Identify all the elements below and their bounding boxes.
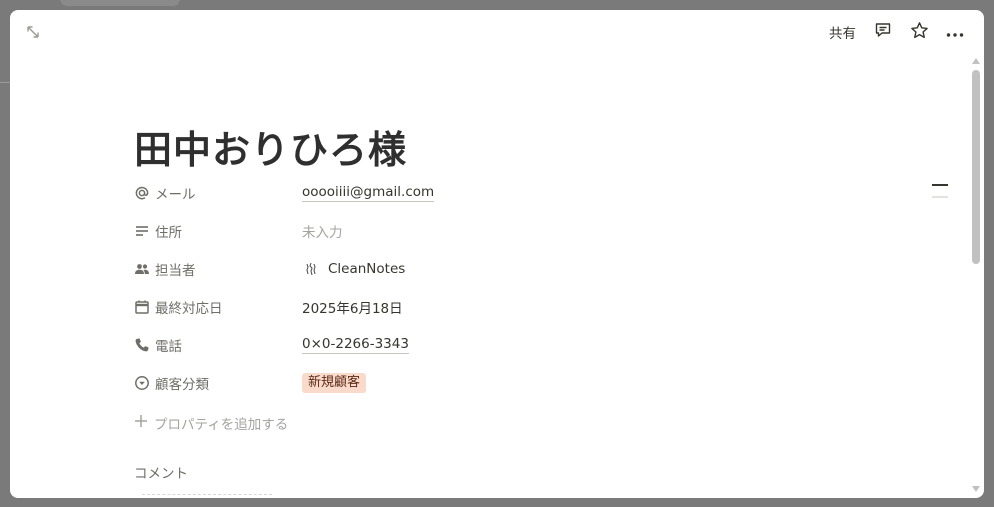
- page-title[interactable]: 田中おりひろ様: [134, 119, 407, 174]
- backdrop-divider: [0, 82, 10, 83]
- share-button[interactable]: 共有: [823, 19, 862, 45]
- phone-icon: [134, 337, 150, 353]
- text-lines-icon: [134, 223, 150, 239]
- assignee-name: CleanNotes: [328, 261, 406, 277]
- property-label-customer-category[interactable]: 顧客分類: [134, 372, 209, 394]
- customer-category-value[interactable]: 新規顧客: [302, 372, 367, 394]
- toc-active-bar: [932, 184, 948, 186]
- property-label-text: メール: [155, 187, 196, 203]
- scroll-down-arrow-icon[interactable]: [972, 486, 980, 492]
- expand-icon: [26, 24, 40, 43]
- avatar: [302, 260, 320, 278]
- topbar-actions: 共有: [823, 19, 970, 45]
- assignee-value[interactable]: CleanNotes: [302, 258, 405, 280]
- property-list: メール ooooiiii@gmail.com 住所 未入力 担当者 CleanN…: [134, 174, 834, 402]
- last-contact-date-value[interactable]: 2025年6月18日: [302, 296, 403, 318]
- property-row-assignee: 担当者 CleanNotes: [134, 250, 834, 288]
- at-icon: [134, 185, 150, 201]
- property-row-last-contact: 最終対応日 2025年6月18日: [134, 288, 834, 326]
- modal-topbar: 共有: [10, 10, 984, 54]
- scrollbar-thumb[interactable]: [972, 70, 980, 264]
- address-value[interactable]: 未入力: [302, 220, 343, 242]
- property-label-assignee[interactable]: 担当者: [134, 258, 196, 280]
- star-icon: [910, 21, 929, 44]
- property-row-phone: 電話 0×0-2266-3343: [134, 326, 834, 364]
- phone-value[interactable]: 0×0-2266-3343: [302, 334, 409, 356]
- add-property-button[interactable]: プロパティを追加する: [134, 412, 288, 434]
- add-property-label: プロパティを追加する: [154, 417, 289, 433]
- calendar-icon: [134, 299, 150, 315]
- property-label-email[interactable]: メール: [134, 182, 196, 204]
- scrollbar[interactable]: [968, 54, 984, 498]
- email-link[interactable]: ooooiiii@gmail.com: [302, 184, 435, 202]
- scroll-up-arrow-icon[interactable]: [972, 58, 980, 64]
- property-label-text: 電話: [155, 339, 182, 355]
- page-modal: 共有 田中おりひろ様 メール ooooiiii@gmail.com 住所 未入力…: [10, 10, 984, 498]
- property-label-text: 住所: [155, 225, 182, 241]
- property-row-customer-category: 顧客分類 新規顧客: [134, 364, 834, 402]
- email-value[interactable]: ooooiiii@gmail.com: [302, 182, 435, 204]
- toc-bar: [932, 196, 948, 198]
- table-of-contents-indicator[interactable]: [932, 184, 950, 198]
- property-row-address: 住所 未入力: [134, 212, 834, 250]
- property-label-address[interactable]: 住所: [134, 220, 182, 242]
- phone-link[interactable]: 0×0-2266-3343: [302, 336, 409, 354]
- more-icon: [946, 23, 964, 42]
- favorite-button[interactable]: [904, 19, 934, 45]
- property-label-text: 担当者: [155, 263, 196, 279]
- property-label-text: 顧客分類: [155, 377, 209, 393]
- property-row-email: メール ooooiiii@gmail.com: [134, 174, 834, 212]
- comment-button[interactable]: [868, 19, 898, 45]
- empty-placeholder: 未入力: [302, 225, 343, 241]
- expand-button[interactable]: [23, 23, 43, 43]
- date-text: 2025年6月18日: [302, 301, 403, 317]
- property-label-phone[interactable]: 電話: [134, 334, 182, 356]
- comment-icon: [874, 21, 892, 43]
- people-icon: [134, 261, 150, 277]
- plus-icon: [134, 414, 148, 432]
- comments-heading: コメント: [134, 466, 188, 482]
- select-icon: [134, 375, 150, 391]
- more-button[interactable]: [940, 19, 970, 45]
- comment-input-preview[interactable]: [142, 494, 272, 498]
- property-label-text: 最終対応日: [155, 301, 223, 317]
- backdrop-element: [60, 0, 180, 6]
- status-badge: 新規顧客: [302, 373, 367, 393]
- property-label-last-contact[interactable]: 最終対応日: [134, 296, 223, 318]
